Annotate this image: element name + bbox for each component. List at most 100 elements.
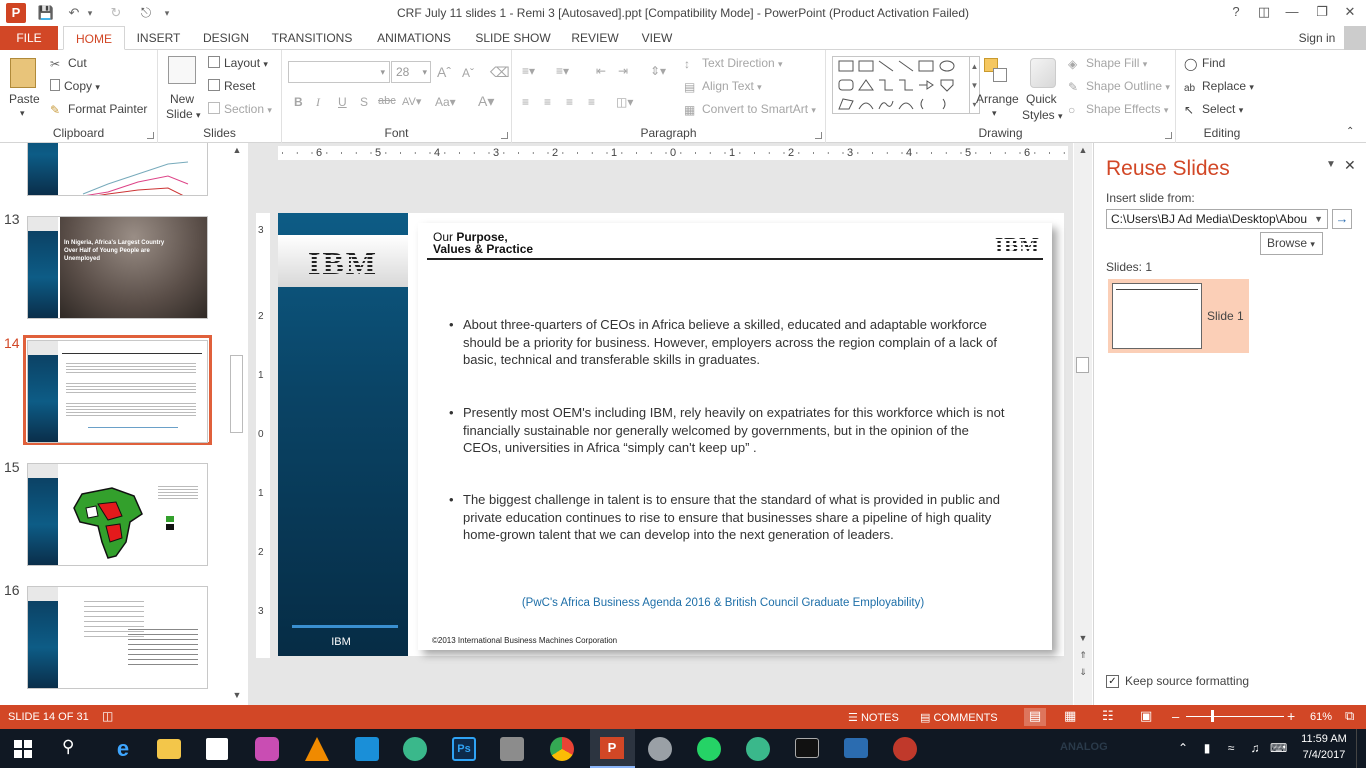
app-blue-icon[interactable]	[355, 737, 379, 761]
cut-button[interactable]: ✂ Cut	[50, 56, 87, 71]
slide-thumbnail-16[interactable]	[27, 586, 208, 689]
shape-effects-button[interactable]: ○ Shape Effects ▾	[1068, 102, 1168, 117]
slide-indicator[interactable]: SLIDE 14 OF 31	[8, 711, 89, 723]
shadow-icon[interactable]: S	[360, 95, 368, 109]
justify-icon[interactable]: ≡	[588, 95, 595, 109]
zoom-out-icon[interactable]: –	[1172, 709, 1179, 724]
columns-icon[interactable]: ◫▾	[616, 95, 633, 109]
slide-show-icon[interactable]: ▣	[1140, 708, 1152, 724]
clipboard-launcher-icon[interactable]	[147, 132, 154, 139]
app-red-icon[interactable]	[893, 737, 917, 761]
change-case-icon[interactable]: Aa▾	[435, 95, 456, 109]
canvas-scrollbar[interactable]	[1074, 143, 1092, 705]
browse-button[interactable]: Browse ▾	[1260, 232, 1323, 255]
spell-check-icon[interactable]: ◫	[102, 709, 113, 723]
canvas-scroll-thumb[interactable]	[1076, 357, 1089, 373]
quick-styles-icon[interactable]	[1030, 58, 1056, 88]
bullets-icon[interactable]: ≡▾	[522, 64, 535, 78]
tab-transitions[interactable]: TRANSITIONS	[266, 26, 358, 50]
previous-slide-icon[interactable]: ⇑	[1075, 650, 1091, 661]
copy-button[interactable]: Copy ▾	[50, 79, 100, 93]
font-launcher-icon[interactable]	[501, 132, 508, 139]
character-spacing-icon[interactable]: AV▾	[402, 95, 421, 108]
clear-formatting-icon[interactable]: ⌫	[490, 64, 510, 81]
wifi-icon[interactable]: ≈	[1224, 741, 1238, 755]
battery-icon[interactable]: ▮	[1200, 741, 1214, 755]
canvas-scroll-down-icon[interactable]: ▼	[1075, 633, 1091, 643]
next-slide-icon[interactable]: ⇓	[1075, 667, 1091, 678]
underline-icon[interactable]: U	[338, 95, 347, 109]
clock-time[interactable]: 11:59 AM	[1296, 733, 1352, 745]
format-painter-button[interactable]: ✎ Format Painter	[50, 102, 147, 117]
replace-button[interactable]: ab Replace ▾	[1184, 79, 1254, 95]
input-indicator-icon[interactable]: ⌨	[1270, 741, 1287, 755]
app-green-icon[interactable]	[403, 737, 427, 761]
shapes-gallery[interactable]	[832, 56, 970, 114]
edge-browser-icon[interactable]: e	[108, 734, 138, 764]
go-arrow-icon[interactable]: →	[1332, 209, 1352, 229]
new-slide-label-1[interactable]: New	[170, 92, 194, 106]
slide-thumbnail-13[interactable]: In Nigeria, Africa's Largest Country Ove…	[27, 216, 208, 319]
zoom-level[interactable]: 61%	[1310, 711, 1332, 723]
convert-smartart-button[interactable]: ▦ Convert to SmartArt ▾	[684, 102, 816, 117]
arrange-icon[interactable]	[984, 58, 1008, 86]
arrange-dropdown-icon[interactable]: ▾	[992, 108, 997, 119]
increase-indent-icon[interactable]: ⇥	[618, 64, 628, 78]
italic-icon[interactable]: I	[316, 95, 320, 110]
search-icon[interactable]: ⚲	[62, 737, 74, 757]
slide-thumbnail-15[interactable]	[27, 463, 208, 566]
sign-in-link[interactable]: Sign in	[1292, 26, 1342, 50]
ribbon-display-options-icon[interactable]: ◫	[1250, 2, 1278, 22]
new-slide-icon[interactable]	[168, 56, 196, 84]
thumbs-scroll-up-icon[interactable]: ▲	[229, 145, 245, 159]
pane-close-icon[interactable]: ✕	[1344, 157, 1356, 174]
align-right-icon[interactable]: ≡	[566, 95, 573, 109]
section-button[interactable]: Section ▾	[208, 102, 272, 116]
tab-view[interactable]: VIEW	[634, 26, 680, 50]
drawing-launcher-icon[interactable]	[1165, 132, 1172, 139]
slide-source-path-input[interactable]: C:\Users\BJ Ad Media\Desktop\Abou ▼	[1106, 209, 1328, 229]
tab-animations[interactable]: ANIMATIONS	[368, 26, 460, 50]
select-button[interactable]: ↖ Select ▾	[1184, 102, 1243, 117]
zoom-slider-track[interactable]	[1186, 716, 1284, 717]
command-prompt-icon[interactable]	[795, 738, 819, 758]
font-name-combo[interactable]: ▾	[288, 61, 390, 83]
decrease-indent-icon[interactable]: ⇤	[596, 64, 606, 78]
reset-button[interactable]: Reset	[208, 79, 255, 93]
layout-button[interactable]: Layout ▾	[208, 56, 268, 70]
bold-icon[interactable]: B	[294, 95, 303, 109]
numbering-icon[interactable]: ≡▾	[556, 64, 569, 78]
close-icon[interactable]: ✕	[1336, 2, 1364, 22]
align-left-icon[interactable]: ≡	[522, 95, 529, 109]
keep-source-checkbox[interactable]: ✓	[1106, 675, 1119, 688]
grow-font-icon[interactable]: Aˆ	[437, 64, 451, 80]
thumbs-scroll-down-icon[interactable]: ▼	[229, 690, 245, 704]
text-direction-button[interactable]: ↕ Text Direction ▾	[684, 56, 783, 71]
show-hidden-icons-icon[interactable]: ⌃	[1176, 741, 1190, 755]
whatsapp-icon[interactable]	[697, 737, 721, 761]
powerpoint-taskbar-active[interactable]: P	[590, 729, 635, 768]
tab-file[interactable]: FILE	[0, 26, 58, 50]
chrome-icon[interactable]	[550, 737, 574, 761]
fit-to-window-icon[interactable]: ⧉	[1345, 708, 1354, 724]
normal-view-icon[interactable]: ▤	[1024, 708, 1046, 726]
slide-thumbnail-12[interactable]	[27, 143, 208, 196]
notes-button[interactable]: ☰ NOTES	[848, 711, 899, 724]
show-desktop-button[interactable]	[1356, 729, 1366, 768]
slide-bullet-2[interactable]: • Presently most OEM's including IBM, rel…	[449, 404, 1008, 457]
reading-view-icon[interactable]: ☷	[1102, 708, 1114, 724]
paste-button[interactable]: Paste	[9, 92, 40, 106]
tab-design[interactable]: DESIGN	[196, 26, 256, 50]
shape-outline-button[interactable]: ✎ Shape Outline ▾	[1068, 79, 1170, 94]
clock-date[interactable]: 7/4/2017	[1296, 749, 1352, 761]
vlc-icon[interactable]	[305, 737, 329, 761]
help-button[interactable]: ?	[1222, 2, 1250, 22]
paragraph-launcher-icon[interactable]	[815, 132, 822, 139]
comments-button[interactable]: ▤ COMMENTS	[920, 711, 998, 724]
volume-icon[interactable]: ♫	[1248, 741, 1262, 755]
app-green-2-icon[interactable]	[746, 737, 770, 761]
slide-thumbnail-14[interactable]	[27, 340, 208, 443]
tab-insert[interactable]: INSERT	[131, 26, 186, 50]
photoshop-icon[interactable]: Ps	[452, 737, 476, 761]
account-avatar[interactable]	[1344, 26, 1366, 50]
